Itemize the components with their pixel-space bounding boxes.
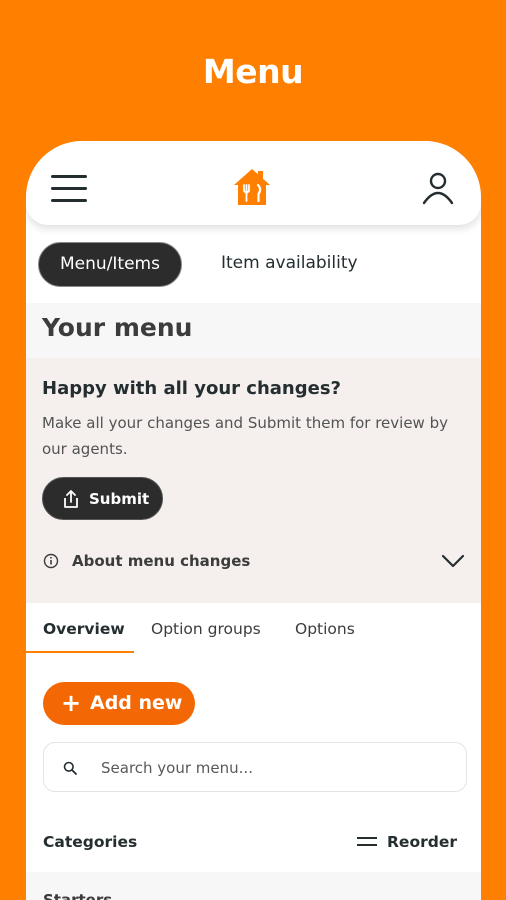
submit-label: Submit [89,490,150,508]
banner-title: Menu [202,52,304,91]
category-label: Starters [43,891,113,900]
reorder-icon [357,837,377,847]
add-new-label: Add new [90,692,183,714]
user-icon[interactable] [421,171,455,205]
menu-tabs: Overview Option groups Options [26,603,481,653]
category-item-starters[interactable]: Starters [26,872,481,900]
page-title: Your menu [42,313,193,342]
hamburger-icon[interactable] [51,175,87,202]
reorder-label: Reorder [387,833,457,851]
house-cutlery-logo[interactable] [232,167,272,207]
review-card: Happy with all your changes? Make all yo… [26,358,481,603]
app-header [26,141,481,225]
tab-overview[interactable]: Overview [43,620,125,638]
reorder-button[interactable]: Reorder [357,831,467,855]
search-icon [63,761,77,775]
categories-header: Categories Reorder [26,831,481,861]
about-menu-changes-label: About menu changes [72,552,251,570]
tab-options[interactable]: Options [295,620,355,638]
review-description: Make all your changes and Submit them fo… [42,414,448,458]
search-field[interactable] [43,742,467,792]
submit-button[interactable]: Submit [42,477,163,520]
title-band: Your menu [26,303,481,358]
share-icon [64,490,78,508]
categories-title: Categories [43,833,138,851]
about-menu-changes-toggle[interactable]: About menu changes [26,543,481,579]
app-screen: Menu/Items Item availability Your menu H… [26,141,481,900]
add-new-button[interactable]: + Add new [43,682,195,725]
review-title: Happy with all your changes? [42,378,341,399]
plus-icon: + [61,689,82,717]
tab-option-groups[interactable]: Option groups [151,620,261,638]
tab-menu-items[interactable]: Menu/Items [38,242,182,287]
overview-content: + Add new Categories Reorder Starters [26,653,481,900]
chevron-down-icon [441,554,465,568]
info-icon [43,553,59,569]
tab-item-availability[interactable]: Item availability [221,242,358,287]
search-input[interactable] [101,757,441,779]
